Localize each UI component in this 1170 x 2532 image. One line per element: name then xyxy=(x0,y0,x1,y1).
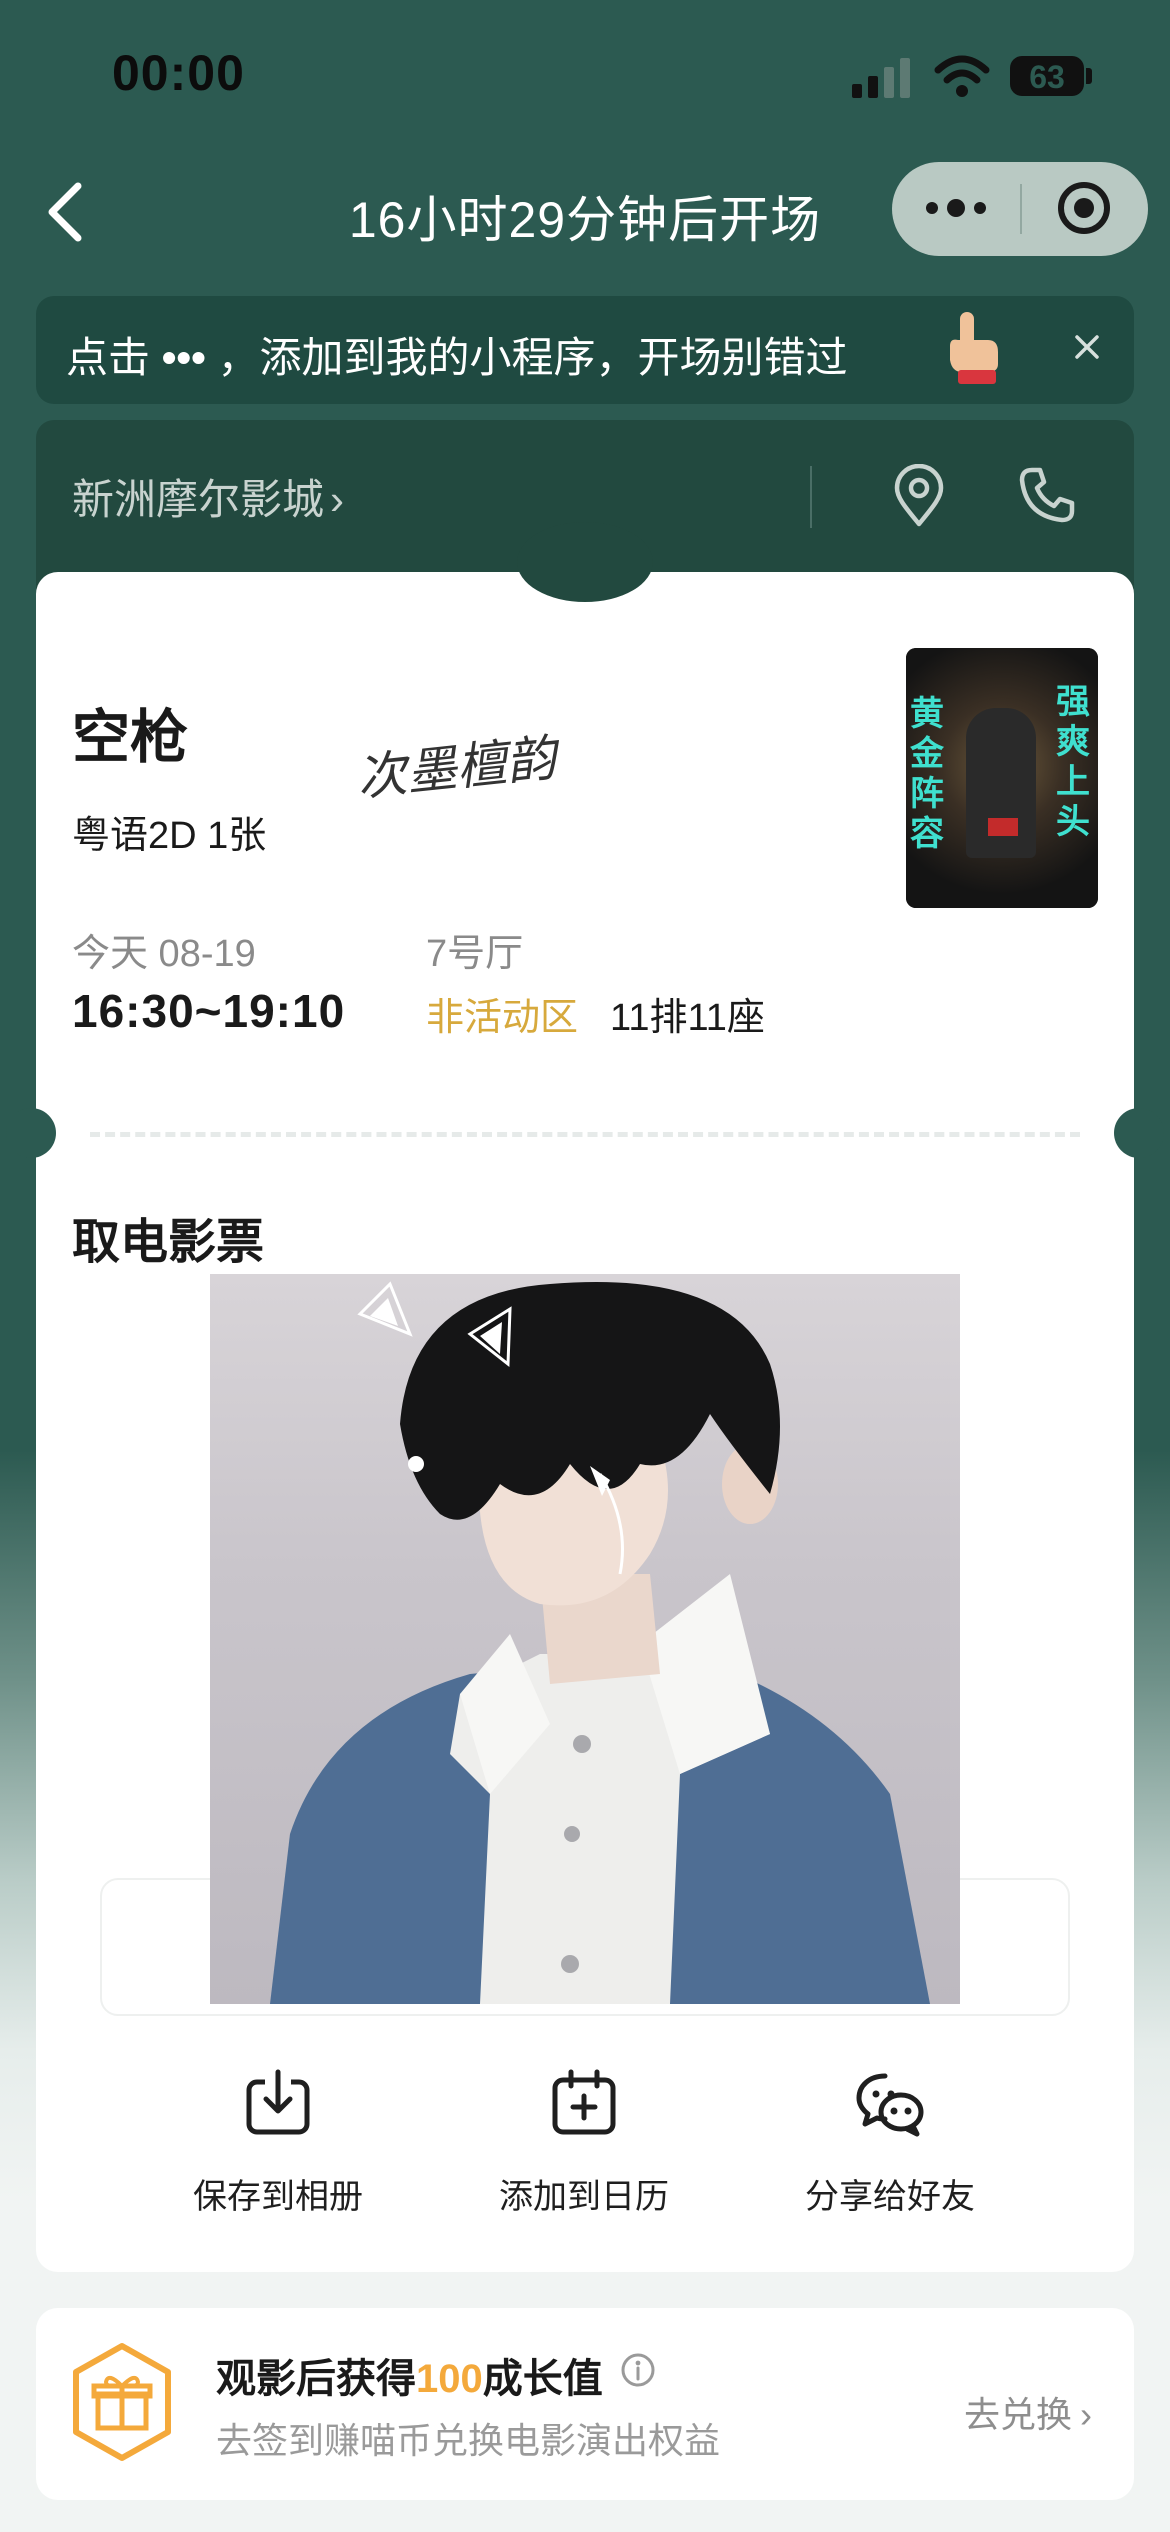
movie-title: 空枪 xyxy=(72,705,189,770)
add-to-calendar-label: 添加到日历 xyxy=(499,2178,669,2216)
hall-name: 7号厅 xyxy=(426,933,524,975)
phone-icon[interactable] xyxy=(1018,466,1076,524)
show-time: 16:30~19:10 xyxy=(72,985,346,1037)
add-to-calendar-button[interactable]: 添加到日历 xyxy=(454,2068,714,2218)
ticket-pickup-title: 取电影票 xyxy=(72,1216,265,1269)
battery-level: 63 xyxy=(1029,59,1065,95)
tip-message: ，添加到我的小程序，开场别错过 xyxy=(217,334,848,381)
share-to-friend-button[interactable]: 分享给好友 xyxy=(760,2068,1020,2218)
movie-language-format: 粤语2D 1张 xyxy=(72,815,267,857)
cinema-name: 新洲摩尔影城 xyxy=(72,476,325,523)
ticket-notch-right xyxy=(1114,1108,1164,1158)
tip-dots: ••• xyxy=(161,334,206,381)
calendar-add-icon xyxy=(552,2069,616,2135)
cellular-signal-icon xyxy=(852,58,910,98)
seat-number: 11排11座 xyxy=(610,997,765,1039)
ticket-perforation xyxy=(90,1132,1080,1137)
ticket-notch xyxy=(517,522,653,602)
status-time: 00:00 xyxy=(112,45,245,101)
chevron-right-icon: › xyxy=(1080,2394,1093,2435)
close-mini-program-icon[interactable] xyxy=(1056,180,1112,236)
wifi-icon xyxy=(934,55,990,97)
bonus-points: 100 xyxy=(416,2357,483,2401)
bonus-title: 观影后获得100成长值 xyxy=(216,2346,603,2404)
seat-zone: 非活动区 xyxy=(426,997,579,1039)
close-tip-icon[interactable] xyxy=(1074,334,1100,360)
location-icon[interactable] xyxy=(892,464,946,528)
save-to-album-button[interactable]: 保存到相册 xyxy=(148,2068,408,2218)
tip-prefix: 点击 xyxy=(66,334,151,381)
pointing-hand-icon xyxy=(950,312,998,384)
person-illustration xyxy=(270,1281,930,2004)
overlay-photo xyxy=(210,1274,960,2004)
info-icon[interactable] xyxy=(620,2352,656,2388)
chevron-right-icon: › xyxy=(330,476,345,523)
save-to-album-label: 保存到相册 xyxy=(193,2178,363,2216)
cinema-divider xyxy=(810,466,812,528)
gift-icon xyxy=(73,2343,171,2461)
download-icon xyxy=(246,2069,310,2135)
more-icon[interactable] xyxy=(924,196,988,220)
tip-text: 点击 ••• ，添加到我的小程序，开场别错过 xyxy=(66,324,848,385)
bonus-title-prefix: 观影后获得 xyxy=(216,2357,416,2401)
poster-right-text: 强爽上头 xyxy=(1056,682,1090,842)
bonus-title-suffix: 成长值 xyxy=(482,2357,603,2401)
battery-icon: 63 xyxy=(1010,56,1084,96)
battery-cap xyxy=(1086,68,1092,84)
show-date: 今天 08-19 xyxy=(72,933,256,975)
poster-left-text: 黄金阵容 xyxy=(910,694,944,854)
exchange-label: 去兑换 xyxy=(964,2394,1073,2435)
bonus-subtitle: 去签到赚喵币兑换电影演出权益 xyxy=(216,2420,721,2461)
cinema-name-link[interactable]: 新洲摩尔影城 › xyxy=(72,466,344,527)
capsule-divider xyxy=(1020,184,1022,234)
share-to-friend-label: 分享给好友 xyxy=(805,2178,975,2216)
ticket-notch-left xyxy=(6,1108,56,1158)
movie-poster[interactable]: 黄金阵容 强爽上头 xyxy=(906,648,1098,908)
exchange-link[interactable]: 去兑换 › xyxy=(964,2386,1092,2438)
wechat-share-icon xyxy=(856,2073,924,2137)
